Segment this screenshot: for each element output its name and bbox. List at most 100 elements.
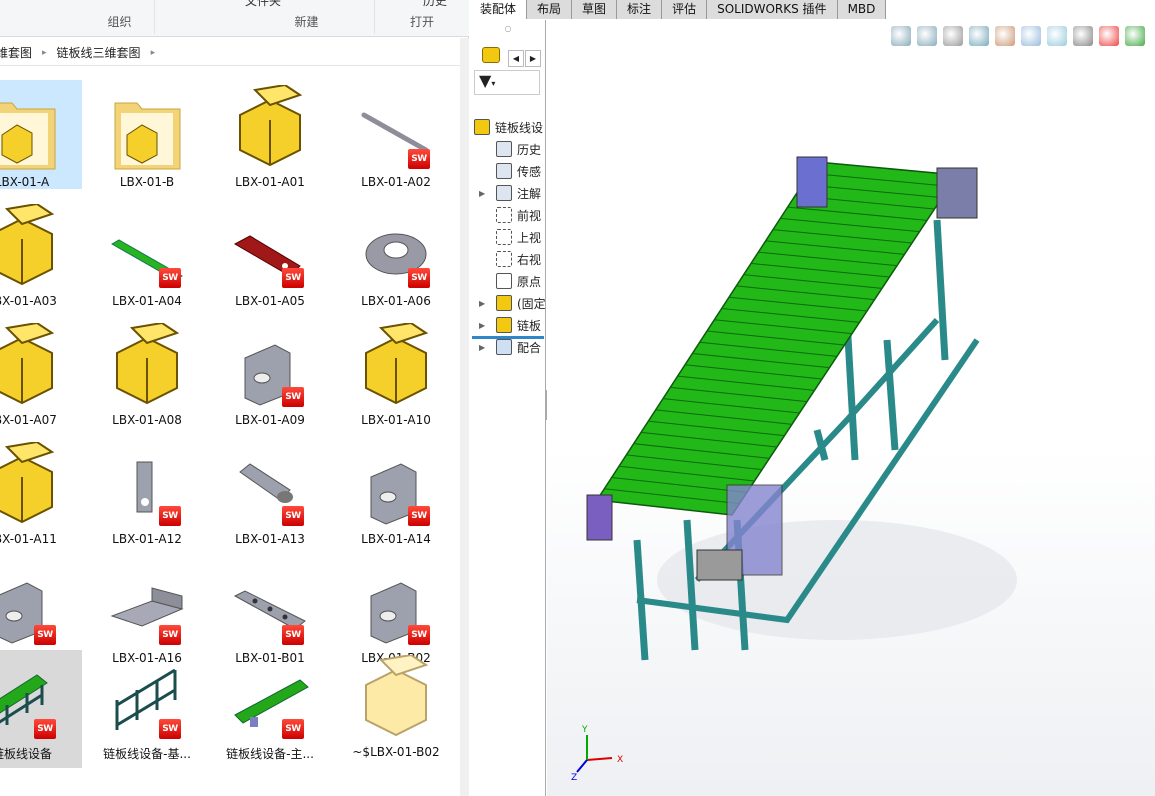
scroll-right-button[interactable]: ▶ <box>525 50 541 67</box>
triad-label: X <box>617 755 623 765</box>
tab-1[interactable]: 布局 <box>527 0 573 19</box>
breadcrumb-item[interactable]: 维套图 <box>0 44 32 61</box>
file-item[interactable]: LBX-01-A11 <box>0 437 82 546</box>
file-name: 链板线设备 <box>0 747 52 761</box>
file-item[interactable]: LBX-01-A08 <box>87 318 207 427</box>
file-item[interactable]: ~$LBX-01-B02 <box>336 650 456 759</box>
file-item[interactable]: SW LBX-01-A16 <box>87 556 207 665</box>
plane-icon <box>496 207 512 223</box>
part-yellow-icon <box>116 323 180 405</box>
file-item[interactable]: LBX-01-A07 <box>0 318 82 427</box>
file-name: LBX-01-A14 <box>361 532 431 546</box>
file-thumbnail: SW <box>336 556 456 651</box>
tree-item-label: 注解 <box>517 186 542 201</box>
file-item[interactable]: SW 链板线设备 <box>0 650 82 768</box>
solidworks-badge-icon: SW <box>159 506 181 526</box>
file-thumbnail: SW <box>87 650 207 745</box>
solidworks-badge-icon: SW <box>408 506 430 526</box>
tab-6[interactable]: MBD <box>837 0 887 19</box>
file-item[interactable]: SW LBX-01-A14 <box>336 437 456 546</box>
file-item[interactable]: SW LBX-01-A13 <box>210 437 330 546</box>
solidworks-badge-icon: SW <box>34 625 56 645</box>
file-item[interactable]: SW LBX-01-A02 <box>336 80 456 189</box>
file-item[interactable]: SWLBX-01-A15 <box>0 556 82 665</box>
tab-0[interactable]: 装配体 <box>470 0 528 19</box>
ribbon-group-label: 打开 <box>409 15 434 29</box>
file-name: LBX-01-A06 <box>361 294 431 308</box>
file-item[interactable]: LBX-01-A <box>0 80 82 189</box>
file-thumbnail: SW <box>87 556 207 651</box>
file-item[interactable]: SW LBX-01-A12 <box>87 437 207 546</box>
file-item[interactable]: LBX-01-A03 <box>0 199 82 308</box>
file-thumbnail <box>87 318 207 413</box>
file-thumbnail <box>0 318 82 413</box>
tree-item[interactable]: 上视 <box>470 227 546 247</box>
file-name: LBX-01-A10 <box>361 413 431 427</box>
part-yellow-icon <box>0 442 55 524</box>
tree-item[interactable]: 前视 <box>470 205 546 225</box>
triad-z-axis <box>576 759 588 773</box>
part-yellow-icon <box>365 323 429 405</box>
part-yellow-icon <box>0 323 55 405</box>
graphics-area[interactable]: X Y Z <box>547 20 1155 796</box>
file-item[interactable]: SW LBX-01-A06 <box>336 199 456 308</box>
origin-icon <box>496 273 512 289</box>
filter-icon[interactable]: ▼▾ <box>474 70 540 95</box>
tab-2[interactable]: 草图 <box>572 0 618 19</box>
file-name: LBX-01-A02 <box>361 175 431 189</box>
tree-item[interactable]: 原点 <box>470 271 546 291</box>
file-item[interactable]: SW LBX-01-A05 <box>210 199 330 308</box>
part-yellow-icon <box>0 204 55 286</box>
breadcrumb-item[interactable]: 链板线三维套图 <box>57 44 141 61</box>
new-folder-button[interactable]: 文件夹 <box>245 0 281 9</box>
sensor-folder-icon <box>496 163 512 179</box>
scrollbar[interactable] <box>460 38 469 796</box>
solidworks-badge-icon: SW <box>34 719 56 739</box>
tree-item[interactable]: ▶ 配合 <box>470 337 546 357</box>
history-button[interactable]: 历史 <box>423 0 447 9</box>
expand-arrow-icon[interactable]: ▶ <box>479 299 485 308</box>
scroll-left-button[interactable]: ◀ <box>508 50 524 67</box>
solidworks-badge-icon: SW <box>282 625 304 645</box>
conveyor-3d-model[interactable]: X Y Z <box>547 20 1155 796</box>
tab-3[interactable]: 标注 <box>617 0 663 19</box>
file-name: LBX-01-A12 <box>112 532 182 546</box>
expand-arrow-icon[interactable]: ▶ <box>479 189 485 198</box>
tree-item[interactable]: 传感 <box>470 161 546 181</box>
feature-manager-tab-icon[interactable] <box>482 47 500 63</box>
tree-item[interactable]: ▶ 注解 <box>470 183 546 203</box>
file-explorer: 组织 文件夹 新建 历史 打开 维套图 ▸ 链板线三维套图 ▸ LBX-01-A LBX-… <box>0 0 469 796</box>
tab-5[interactable]: SOLIDWORKS 插件 <box>707 0 838 19</box>
file-item[interactable]: LBX-01-B <box>87 80 207 189</box>
file-item[interactable]: LBX-01-A10 <box>336 318 456 427</box>
file-item[interactable]: SWLBX-01-B02 <box>336 556 456 665</box>
file-thumbnail: SW <box>210 437 330 532</box>
part-pale-icon <box>365 655 429 737</box>
file-name: LBX-01-A01 <box>235 175 305 189</box>
expand-arrow-icon[interactable]: ▶ <box>479 343 485 352</box>
feature-manager-tree: ○ ◀ ▶ ▼▾ 链板线设历史 传感 ▶ 注解前视 上视 右视 原点 ▶ (固定 ▶ 链板 ▶ 配合 <box>470 20 546 796</box>
expand-arrow-icon[interactable]: ▶ <box>479 321 485 330</box>
file-item[interactable]: SW LBX-01-A09 <box>210 318 330 427</box>
file-item[interactable]: LBX-01-A01 <box>210 80 330 189</box>
tree-item-label: 链板线设 <box>495 120 544 135</box>
tab-4[interactable]: 评估 <box>662 0 708 19</box>
file-item[interactable]: SW 链板线设备-主... <box>210 650 330 762</box>
tree-item[interactable]: 链板线设 <box>470 117 546 137</box>
file-item[interactable]: SW 链板线设备-基... <box>87 650 207 762</box>
ribbon-group-label: 新建 <box>294 15 319 29</box>
file-thumbnail: SW <box>210 318 330 413</box>
breadcrumb-chevron-icon[interactable]: ▸ <box>151 48 156 58</box>
file-item[interactable]: SW LBX-01-B01 <box>210 556 330 665</box>
tree-divider <box>472 336 544 339</box>
file-name: ~$LBX-01-B02 <box>352 745 440 759</box>
panel-handle-icon[interactable]: ○ <box>470 24 546 33</box>
file-item[interactable]: SW LBX-01-A04 <box>87 199 207 308</box>
solidworks-window: 装配体 布局 草图 标注 评估 SOLIDWORKS 插件 MBD ○ ◀ ▶ ▼▾ 链板线… <box>470 0 1155 796</box>
tree-item[interactable]: ▶ 链板 <box>470 315 546 335</box>
file-name: 链板线设备-基... <box>103 747 191 761</box>
tree-item[interactable]: 右视 <box>470 249 546 269</box>
tree-item[interactable]: 历史 <box>470 139 546 159</box>
breadcrumb-chevron-icon[interactable]: ▸ <box>42 48 47 58</box>
tree-item[interactable]: ▶ (固定 <box>470 293 546 313</box>
